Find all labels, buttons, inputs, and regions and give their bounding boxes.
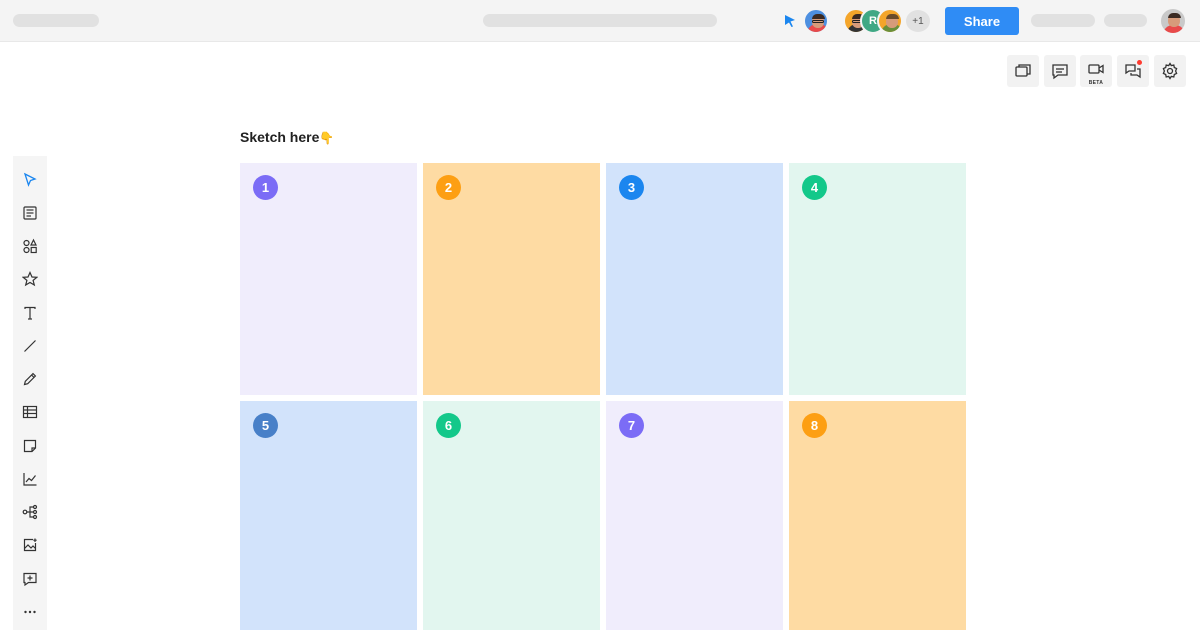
sticky-note-tool[interactable] — [13, 431, 47, 461]
card-number-badge: 5 — [253, 413, 278, 438]
card-number-badge: 3 — [619, 175, 644, 200]
text-icon — [24, 306, 36, 320]
line-icon — [24, 340, 36, 352]
line-tool[interactable] — [13, 331, 47, 361]
current-user-avatar[interactable] — [803, 8, 829, 34]
image-icon — [23, 538, 37, 552]
board-title[interactable]: Sketch here👇 — [240, 129, 334, 145]
templates-tool[interactable] — [13, 198, 47, 228]
stickers-tool[interactable] — [13, 264, 47, 294]
gear-icon — [1162, 62, 1178, 80]
mindmap-tool[interactable] — [13, 497, 47, 527]
video-button[interactable]: BETA — [1080, 55, 1112, 87]
sketch-card[interactable]: 5 — [240, 401, 417, 630]
more-collaborators-badge[interactable]: +1 — [904, 8, 932, 34]
text-tool[interactable] — [13, 298, 47, 328]
pointer-icon — [23, 172, 37, 187]
sketch-card[interactable]: 8 — [789, 401, 966, 630]
settings-button[interactable] — [1154, 55, 1186, 87]
shapes-tool[interactable] — [13, 231, 47, 261]
card-number-badge: 8 — [802, 413, 827, 438]
image-tool[interactable] — [13, 530, 47, 560]
document-title-placeholder[interactable] — [13, 14, 99, 27]
sticky-note-icon — [23, 439, 37, 453]
left-toolbar — [13, 156, 47, 630]
board-name-placeholder[interactable] — [483, 14, 717, 27]
chat-button[interactable] — [1117, 55, 1149, 87]
card-number-badge: 6 — [436, 413, 461, 438]
more-icon — [24, 610, 36, 614]
add-frame-tool[interactable] — [13, 564, 47, 594]
share-button[interactable]: Share — [945, 7, 1019, 35]
frames-button[interactable] — [1007, 55, 1039, 87]
beta-badge: BETA — [1088, 80, 1104, 86]
add-comment-icon — [23, 572, 37, 587]
comment-icon — [1052, 64, 1068, 80]
sketch-card[interactable]: 7 — [606, 401, 783, 630]
pointing-down-emoji: 👇 — [319, 131, 335, 145]
card-number-badge: 2 — [436, 175, 461, 200]
mindmap-icon — [22, 504, 38, 520]
cursor-icon — [785, 15, 795, 27]
more-tools[interactable] — [13, 597, 47, 627]
sketch-card[interactable]: 6 — [423, 401, 600, 630]
collaborator-initial: R — [869, 15, 877, 27]
collaborator-avatar[interactable] — [877, 8, 903, 34]
chart-icon — [23, 473, 37, 486]
pencil-icon — [23, 372, 37, 386]
notification-dot — [1137, 60, 1142, 65]
comments-button[interactable] — [1044, 55, 1076, 87]
card-number-badge: 7 — [619, 413, 644, 438]
pen-tool[interactable] — [13, 364, 47, 394]
document-icon — [23, 206, 37, 220]
table-tool[interactable] — [13, 397, 47, 427]
sketch-card[interactable]: 3 — [606, 163, 783, 395]
profile-avatar[interactable] — [1159, 7, 1187, 35]
video-camera-icon — [1088, 64, 1104, 74]
menu-placeholder-2[interactable] — [1104, 14, 1147, 27]
shapes-icon — [23, 238, 37, 254]
table-icon — [22, 405, 38, 419]
star-icon — [22, 271, 38, 287]
board-title-text: Sketch here — [240, 129, 320, 145]
top-bar: R +1 Share — [0, 0, 1200, 42]
sketch-card[interactable]: 1 — [240, 163, 417, 395]
sketch-card[interactable]: 4 — [789, 163, 966, 395]
menu-placeholder[interactable] — [1031, 14, 1095, 27]
card-number-badge: 4 — [802, 175, 827, 200]
select-tool[interactable] — [13, 165, 47, 195]
frames-icon — [1015, 64, 1031, 77]
chart-tool[interactable] — [13, 464, 47, 494]
sketch-card[interactable]: 2 — [423, 163, 600, 395]
card-number-badge: 1 — [253, 175, 278, 200]
